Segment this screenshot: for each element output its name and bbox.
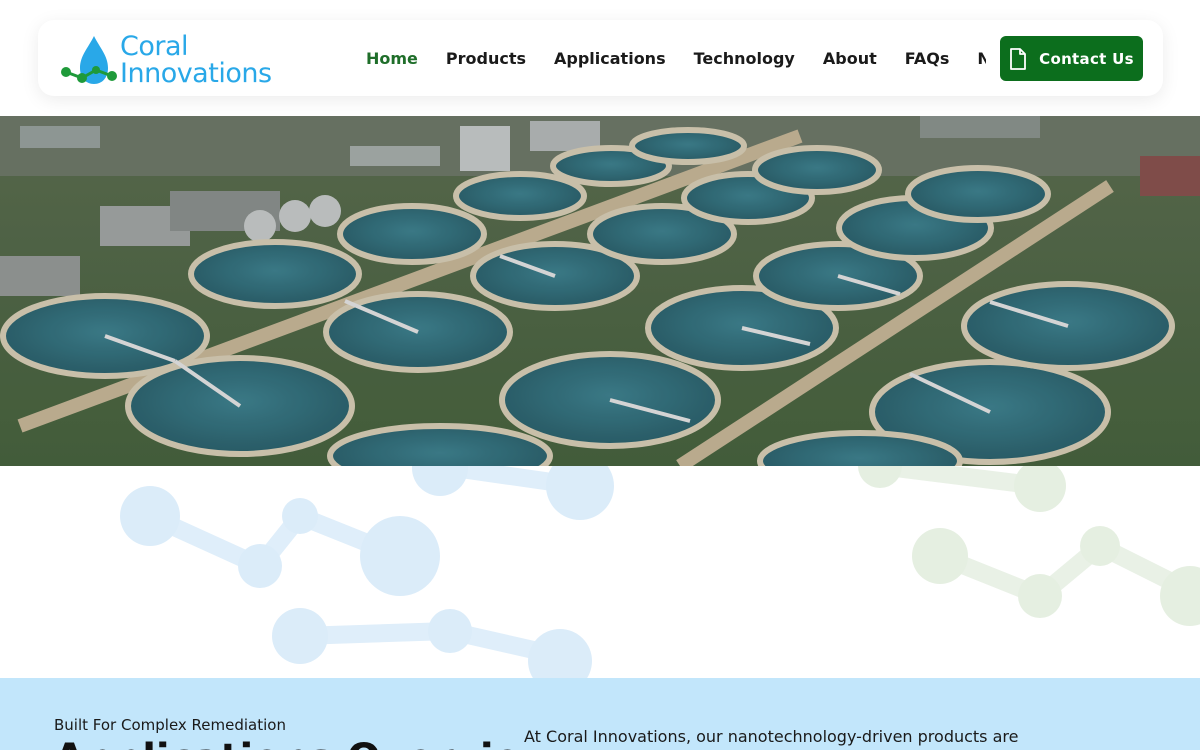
nav-item-applications[interactable]: Applications bbox=[554, 49, 666, 68]
brand-name-line1: Coral bbox=[120, 31, 189, 62]
site-header: Coral Innovations Home Products Applicat… bbox=[38, 20, 1163, 96]
brand-logo[interactable]: Coral Innovations bbox=[60, 32, 300, 88]
nav-item-faqs[interactable]: FAQs bbox=[905, 49, 950, 68]
main-nav: Home Products Applications Technology Ab… bbox=[366, 20, 986, 96]
applications-overview-section: Built For Complex Remediation Applicatio… bbox=[0, 678, 1200, 750]
molecule-pattern-icon bbox=[120, 466, 1200, 678]
brand-name: Coral Innovations bbox=[120, 33, 272, 87]
nav-item-news[interactable]: News bbox=[977, 49, 986, 68]
nav-item-home[interactable]: Home bbox=[366, 49, 418, 68]
section-title: Applications Overview bbox=[54, 736, 558, 750]
brand-name-line2: Innovations bbox=[120, 58, 272, 89]
section-eyebrow: Built For Complex Remediation bbox=[54, 716, 286, 734]
contact-us-button[interactable]: Contact Us bbox=[1000, 36, 1143, 81]
decorative-molecule-background bbox=[0, 466, 1200, 678]
section-intro: At Coral Innovations, our nanotechnology… bbox=[524, 727, 1019, 746]
nav-item-products[interactable]: Products bbox=[446, 49, 526, 68]
document-icon bbox=[1010, 47, 1027, 70]
nav-item-technology[interactable]: Technology bbox=[694, 49, 795, 68]
water-drop-molecule-icon bbox=[61, 36, 117, 84]
contact-us-label: Contact Us bbox=[1039, 49, 1134, 68]
nav-item-about[interactable]: About bbox=[823, 49, 877, 68]
hero-image bbox=[0, 116, 1200, 466]
water-treatment-plant-illustration bbox=[0, 116, 1200, 466]
